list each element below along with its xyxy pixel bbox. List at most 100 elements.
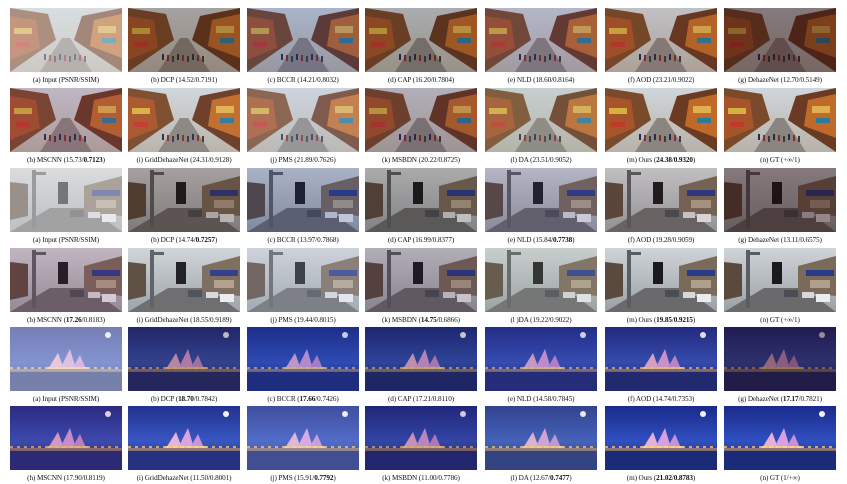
panel-caption: (j) PMS (19.44/0.8015) [270, 316, 336, 324]
caption-psnr: 16.20 [415, 76, 431, 84]
panel-caption: (h) MSCNN (17.90/0.8119) [27, 474, 105, 482]
panel-image [605, 248, 717, 312]
panel-caption: (a) Input (PSNR/SSIM) [6, 75, 126, 86]
caption-psnr: 23.51 [532, 156, 549, 164]
panel-image [605, 88, 717, 152]
panel-caption: (h) MSCNN (15.73/0.7123) [27, 156, 105, 164]
panel-caption: (g) DehazeNet (17.17/0.7821) [738, 395, 822, 403]
caption-ssim: 0.6575 [800, 236, 820, 244]
panel-caption: (f) AOD (19.28/0.9059) [627, 236, 695, 244]
caption-ssim: 0.7353 [672, 395, 692, 403]
panel-image [365, 406, 477, 470]
caption-ssim: 0.7842 [195, 395, 215, 403]
panel-image [724, 327, 836, 391]
caption-ssim: 0.7786 [438, 474, 458, 482]
caption-ssim: 0.7426 [317, 395, 337, 403]
panel-image [485, 327, 597, 391]
caption-ssim: 0.7477 [550, 474, 570, 482]
caption-ssim: 0.8783 [673, 474, 693, 482]
panel-caption: (f) AOD (14.74/0.7353) [627, 395, 695, 403]
caption-psnr: 15.84 [535, 236, 552, 244]
caption-psnr: 17.90 [66, 474, 82, 482]
caption-psnr: 21.02 [656, 474, 672, 482]
caption-psnr: 14.21 [299, 76, 316, 84]
caption-method: (i) GridDehazeNet [136, 316, 189, 324]
caption-psnr: 19.85 [656, 316, 672, 324]
panel-caption: (l )DA (19.22/0.9022) [510, 316, 572, 324]
panel-image [724, 248, 836, 312]
panel-caption: (e) NLD (18.60/0.8164) [507, 76, 575, 84]
caption-psnr: 14.75 [420, 316, 437, 324]
caption-method: (f) AOD [627, 236, 652, 244]
caption-method: (i) GridDehazeNet [136, 474, 189, 482]
caption-psnr: 18.55 [192, 316, 209, 324]
caption-method: (k) MSBDN [382, 156, 417, 164]
caption-psnr: 14.52 [178, 76, 194, 84]
panel-image [724, 88, 836, 152]
panel-image [247, 327, 359, 391]
comparison-figure: (a) Input (PSNR/SSIM) (b) DCP (14.52/0.71… [10, 8, 844, 482]
caption-method: (l) DA [510, 474, 529, 482]
panel-image [128, 168, 240, 232]
caption-ssim: 0.9022 [672, 76, 692, 84]
caption-method: (h) MSCNN [27, 316, 62, 324]
panel-caption: (b) DCP (14.74/0.7257) [150, 236, 218, 244]
panel-image [128, 248, 240, 312]
caption-ssim: 0.9128 [210, 156, 230, 164]
caption-psnr: 24.38 [656, 156, 672, 164]
panel-image [365, 88, 477, 152]
panel-caption: (c) BCCR (17.66/0.7426) [267, 395, 339, 403]
panel-image [10, 248, 122, 312]
panel-image [605, 327, 717, 391]
panel-caption: (i) GridDehazeNet (24.31/0.9128) [136, 156, 232, 164]
caption-ssim: 0.7191 [195, 76, 215, 84]
panel-caption: (m) Ours (19.85/0.9215) [626, 316, 696, 324]
panel-image [10, 168, 122, 232]
caption-psnr: 14.74 [178, 236, 194, 244]
panel-image [485, 406, 597, 470]
panel-image [10, 406, 122, 470]
panel-image [485, 168, 597, 232]
caption-psnr: 17.17 [782, 395, 799, 403]
panel-caption: (c) BCCR (14.21/0.8032) [267, 76, 339, 84]
panel-image [724, 406, 836, 470]
caption-ssim: 0.7804 [432, 76, 452, 84]
caption-ssim: 0.7123 [83, 156, 103, 164]
caption-method: (f) AOD [627, 395, 652, 403]
panel-caption: (e) NLD (14.58/0.7845) [507, 395, 575, 403]
caption-psnr: 14.74 [655, 395, 671, 403]
panel-caption: (b) DCP (18.70/0.7842) [150, 395, 218, 403]
panel-caption: (g) DehazeNet (13.11/0.6575) [738, 236, 822, 244]
caption-method: (c) BCCR [267, 76, 296, 84]
caption-method: (j) PMS [270, 156, 293, 164]
caption-ssim: 0.8032 [317, 76, 337, 84]
panel-image [365, 248, 477, 312]
caption-ssim: 0.7792 [314, 474, 334, 482]
panel-image [10, 8, 122, 72]
caption-ssim: 0.9215 [673, 316, 693, 324]
caption-psnr: 19.22 [532, 316, 549, 324]
caption-method: (c) BCCR [267, 395, 296, 403]
caption-method: (n) GT (1/+∞) [760, 474, 800, 482]
caption-psnr: 24.31 [192, 156, 209, 164]
caption-psnr: 12.70 [782, 76, 799, 84]
caption-ssim: 0.9189 [210, 316, 230, 324]
panel-caption: (k) MSBDN (11.00/0.7786) [382, 474, 460, 482]
caption-ssim: 0.8183 [83, 316, 103, 324]
panel-caption: (f) AOD (23.21/0.9022) [627, 76, 695, 84]
caption-ssim: 0.8001 [209, 474, 230, 482]
caption-method: (l )DA [510, 316, 529, 324]
caption-method: (f) AOD [627, 76, 652, 84]
caption-psnr: 17.21 [415, 395, 431, 403]
panel-caption: (k) MSBDN (14.75/0.6866) [382, 316, 460, 324]
panel-caption: (m) Ours (21.02/0.8783) [626, 474, 696, 482]
panel-caption: (a) Input (PSNR/SSIM) [6, 394, 126, 405]
caption-psnr: 15.91 [296, 474, 313, 482]
panel-caption: (e) NLD (15.84/0.7738) [507, 236, 575, 244]
panel-caption: (j) PMS (15.91/0.7792) [270, 474, 336, 482]
caption-ssim: 0.7868 [317, 236, 337, 244]
caption-psnr: 11.00 [421, 474, 437, 482]
caption-ssim: 0.9052 [550, 156, 570, 164]
panel-image [605, 8, 717, 72]
caption-method: (a) Input (PSNR/SSIM) [32, 76, 100, 84]
